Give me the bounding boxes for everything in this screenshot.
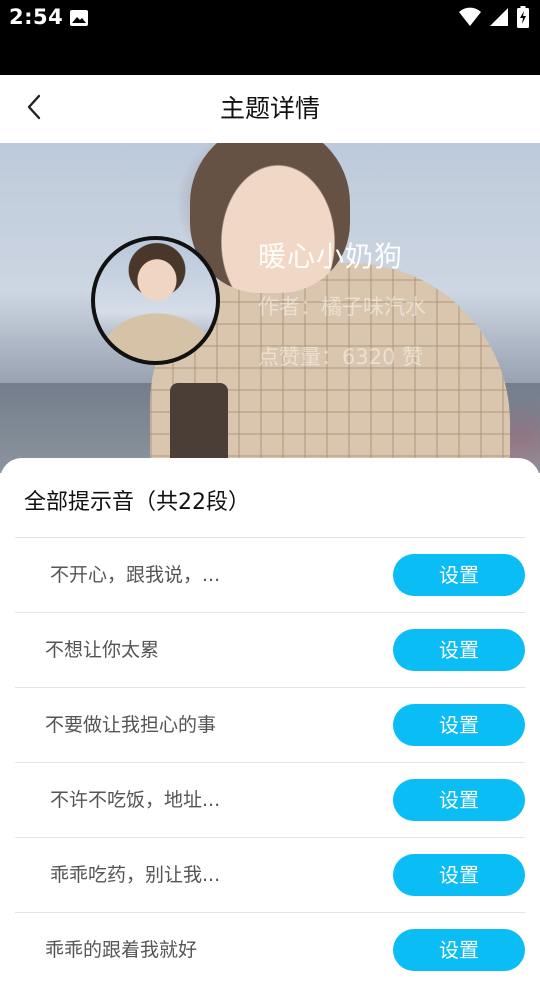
signal-icon bbox=[489, 7, 509, 31]
image-icon bbox=[69, 9, 89, 31]
list-item[interactable]: 乖乖的跟着我就好 设置 bbox=[15, 912, 525, 987]
set-ringtone-button[interactable]: 设置 bbox=[393, 629, 525, 671]
theme-name: 暖心小奶狗 bbox=[258, 240, 404, 273]
status-time: 2:54 bbox=[9, 5, 64, 29]
set-ringtone-button[interactable]: 设置 bbox=[393, 854, 525, 896]
set-ringtone-button[interactable]: 设置 bbox=[393, 779, 525, 821]
status-bar: 2:54 bbox=[0, 0, 540, 75]
page-title: 主题详情 bbox=[219, 94, 320, 123]
theme-hero-banner: 暖心小奶狗 作者：橘子味汽水 点赞量：6320 赞 bbox=[0, 143, 540, 473]
ringtone-title: 乖乖的跟着我就好 bbox=[45, 939, 198, 961]
list-item[interactable]: 乖乖吃药，别让我... 设置 bbox=[15, 837, 525, 912]
ringtone-title: 不要做让我担心的事 bbox=[45, 714, 217, 736]
battery-charging-icon bbox=[517, 6, 529, 32]
theme-likes: 点赞量：6320 赞 bbox=[258, 345, 424, 369]
list-item[interactable]: 不想让你太累 设置 bbox=[15, 612, 525, 687]
back-button[interactable] bbox=[14, 89, 54, 129]
ringtone-title: 不开心，跟我说，... bbox=[50, 564, 221, 586]
list-item[interactable]: 不开心，跟我说，... 设置 bbox=[15, 537, 525, 612]
wifi-icon bbox=[459, 7, 481, 31]
list-item[interactable]: 不许不吃饭，地址... 设置 bbox=[15, 762, 525, 837]
set-ringtone-button[interactable]: 设置 bbox=[393, 929, 525, 971]
list-title: 全部提示音（共22段） bbox=[24, 490, 250, 515]
ringtone-title: 不想让你太累 bbox=[45, 639, 160, 661]
app-bar: 主题详情 bbox=[0, 75, 540, 143]
theme-author: 作者：橘子味汽水 bbox=[258, 295, 426, 319]
ringtone-list: 不开心，跟我说，... 设置 不想让你太累 设置 不要做让我担心的事 设置 不许… bbox=[15, 537, 525, 987]
ringtone-title: 乖乖吃药，别让我... bbox=[50, 864, 221, 886]
set-ringtone-button[interactable]: 设置 bbox=[393, 704, 525, 746]
list-item[interactable]: 不要做让我担心的事 设置 bbox=[15, 687, 525, 762]
ringtone-list-sheet: 全部提示音（共22段） 不开心，跟我说，... 设置 不想让你太累 设置 不要做… bbox=[0, 458, 540, 971]
set-ringtone-button[interactable]: 设置 bbox=[393, 554, 525, 596]
avatar bbox=[91, 236, 220, 365]
status-icons bbox=[459, 6, 529, 32]
chevron-left-icon bbox=[26, 94, 42, 124]
ringtone-title: 不许不吃饭，地址... bbox=[50, 789, 221, 811]
